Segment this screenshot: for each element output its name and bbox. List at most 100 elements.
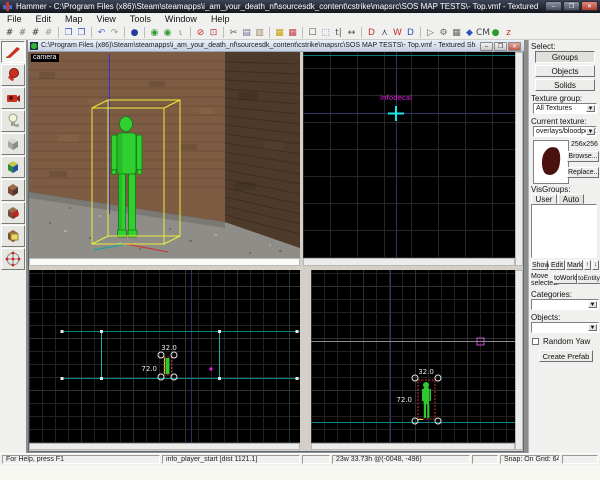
to-world-button[interactable]: toWorld <box>553 273 578 284</box>
undo-icon[interactable]: ↶ <box>95 27 108 39</box>
entity-tool-icon[interactable] <box>1 110 25 132</box>
menu-map[interactable]: Map <box>58 13 90 26</box>
cordon-icon[interactable]: ▷ <box>424 27 437 39</box>
child-titlebar[interactable]: C:\Program Files (x86)\Steam\steamapps\i… <box>28 40 524 52</box>
model-fade-icon[interactable]: ◆ <box>463 27 476 39</box>
visgroups-list[interactable] <box>531 204 597 258</box>
vertex-tool-icon[interactable] <box>1 248 25 270</box>
front-hscrollbar[interactable] <box>29 443 300 450</box>
camera-hscrollbar[interactable] <box>29 258 300 266</box>
block-tool-icon[interactable] <box>1 133 25 155</box>
menu-view[interactable]: View <box>90 13 123 26</box>
apply-texture-tool-icon[interactable] <box>1 179 25 201</box>
select-groups-button[interactable]: Groups <box>535 51 595 63</box>
select-box-icon[interactable]: ☐ <box>306 27 319 39</box>
replace-button[interactable]: Replace... <box>567 167 600 178</box>
menu-help[interactable]: Help <box>204 13 237 26</box>
top-vscrollbar[interactable] <box>515 52 523 266</box>
run-commands-icon[interactable]: ◉ <box>161 27 174 39</box>
scale-icon[interactable]: ↔ <box>345 27 358 39</box>
texture-application-tool-icon[interactable] <box>1 156 25 178</box>
radius-culling-icon[interactable]: ⚙ <box>437 27 450 39</box>
cut-icon[interactable]: ✂ <box>227 27 240 39</box>
group-icon[interactable]: D <box>365 27 378 39</box>
world-icon[interactable]: W <box>391 27 404 39</box>
front-width-label: 32.0 <box>161 344 177 352</box>
visgroup-show-button[interactable]: Show <box>531 260 550 270</box>
brush-handles[interactable] <box>60 330 299 380</box>
grid-smaller-icon[interactable]: # <box>16 27 29 39</box>
viewport-3d-camera[interactable]: camera <box>29 52 300 258</box>
copy-icon[interactable]: ▤ <box>240 27 253 39</box>
menu-window[interactable]: Window <box>158 13 204 26</box>
chevron-down-icon[interactable]: ▼ <box>588 301 597 308</box>
to-entity-button[interactable]: toEntity <box>577 273 600 284</box>
objects-select[interactable]: ▼ <box>531 322 599 333</box>
select-objects-button[interactable]: Objects <box>535 65 595 77</box>
ungroup-icon[interactable]: ⋏ <box>378 27 391 39</box>
visgroup-down-button[interactable]: ↓ <box>592 260 599 270</box>
menu-file[interactable]: File <box>0 13 29 26</box>
menu-tools[interactable]: Tools <box>123 13 158 26</box>
cm-icon[interactable]: CM <box>476 27 490 39</box>
visgroup-up-button[interactable]: ↑ <box>584 260 591 270</box>
maximize-button[interactable]: ❐ <box>563 1 580 11</box>
minimize-button[interactable]: – <box>545 1 562 11</box>
categories-select[interactable]: ▼ <box>531 299 599 310</box>
overlay-tool-icon[interactable] <box>1 225 25 247</box>
viewport-2d-top[interactable]: infodecal <box>303 52 515 258</box>
pointfile-icon[interactable]: ι <box>174 27 187 39</box>
visgroup-mark-button[interactable]: Mark <box>566 260 583 270</box>
select-solids-button[interactable]: Solids <box>535 79 595 91</box>
child-restore-button[interactable]: ❐ <box>494 41 507 51</box>
camera-tool-icon[interactable] <box>1 87 25 109</box>
sphere-icon[interactable]: ● <box>128 27 141 39</box>
viewport-2d-side[interactable]: 32.0 72.0 <box>311 270 515 443</box>
current-texture-select[interactable]: overlays/bloodpool1 ▼ <box>533 126 597 137</box>
save-window-state-icon[interactable]: ❐ <box>75 27 88 39</box>
apply-decals-tool-icon[interactable] <box>1 202 25 224</box>
chevron-down-icon[interactable]: ▼ <box>588 324 597 331</box>
child-minimize-button[interactable]: – <box>480 41 493 51</box>
texture-lock-icon[interactable]: ▦ <box>273 27 286 39</box>
top-hscrollbar[interactable] <box>303 258 515 266</box>
infodecal-marker[interactable] <box>209 367 213 371</box>
tab-visgroups-user[interactable]: User <box>531 194 557 204</box>
chevron-down-icon[interactable]: ▼ <box>586 105 595 112</box>
viewport-2d-front[interactable]: 32.0 72.0 <box>29 270 300 443</box>
magnify-box-icon[interactable]: ⬚ <box>319 27 332 39</box>
toolbar-separator <box>269 27 270 38</box>
grid-larger-icon[interactable]: # <box>29 27 42 39</box>
player-model-side[interactable] <box>422 382 431 418</box>
redo-icon[interactable]: ↷ <box>108 27 121 39</box>
carve-icon[interactable]: ⊘ <box>194 27 207 39</box>
make-hollow-icon[interactable]: ⊡ <box>207 27 220 39</box>
texture-group-select[interactable]: All Textures ▼ <box>533 103 597 114</box>
sphere-green-icon[interactable]: ● <box>489 27 502 39</box>
visgroup-edit-button[interactable]: Edit <box>549 260 565 270</box>
paste-icon[interactable]: ▥ <box>253 27 266 39</box>
selection-tool-icon[interactable] <box>1 41 25 63</box>
random-yaw-checkbox[interactable] <box>532 338 539 345</box>
translate-icon[interactable]: t| <box>332 27 345 39</box>
scaling-lock-icon[interactable]: ▦ <box>286 27 299 39</box>
chevron-down-icon[interactable]: ▼ <box>586 128 595 135</box>
child-close-button[interactable]: ✕ <box>508 41 521 51</box>
side-vscrollbar[interactable] <box>515 270 523 450</box>
z-helper-icon[interactable]: z <box>502 27 515 39</box>
infodecal-crosshair[interactable] <box>388 106 404 121</box>
run-map-icon[interactable]: ◉ <box>148 27 161 39</box>
menu-edit[interactable]: Edit <box>29 13 59 26</box>
load-window-state-icon[interactable]: ❐ <box>62 27 75 39</box>
side-hscrollbar[interactable] <box>311 443 515 450</box>
texture-preview[interactable] <box>533 140 569 184</box>
magnify-tool-icon[interactable] <box>1 64 25 86</box>
browse-button[interactable]: Browse... <box>567 151 599 162</box>
grid-view-icon[interactable]: ▦ <box>450 27 463 39</box>
to-entity-icon[interactable]: D <box>404 27 417 39</box>
create-prefab-button[interactable]: Create Prefab <box>539 350 593 362</box>
tab-visgroups-auto[interactable]: Auto <box>558 194 584 204</box>
close-button[interactable]: ✕ <box>581 1 598 11</box>
grid-toggle-icon[interactable]: # <box>3 27 16 39</box>
grid-3d-icon[interactable]: # <box>42 27 55 39</box>
